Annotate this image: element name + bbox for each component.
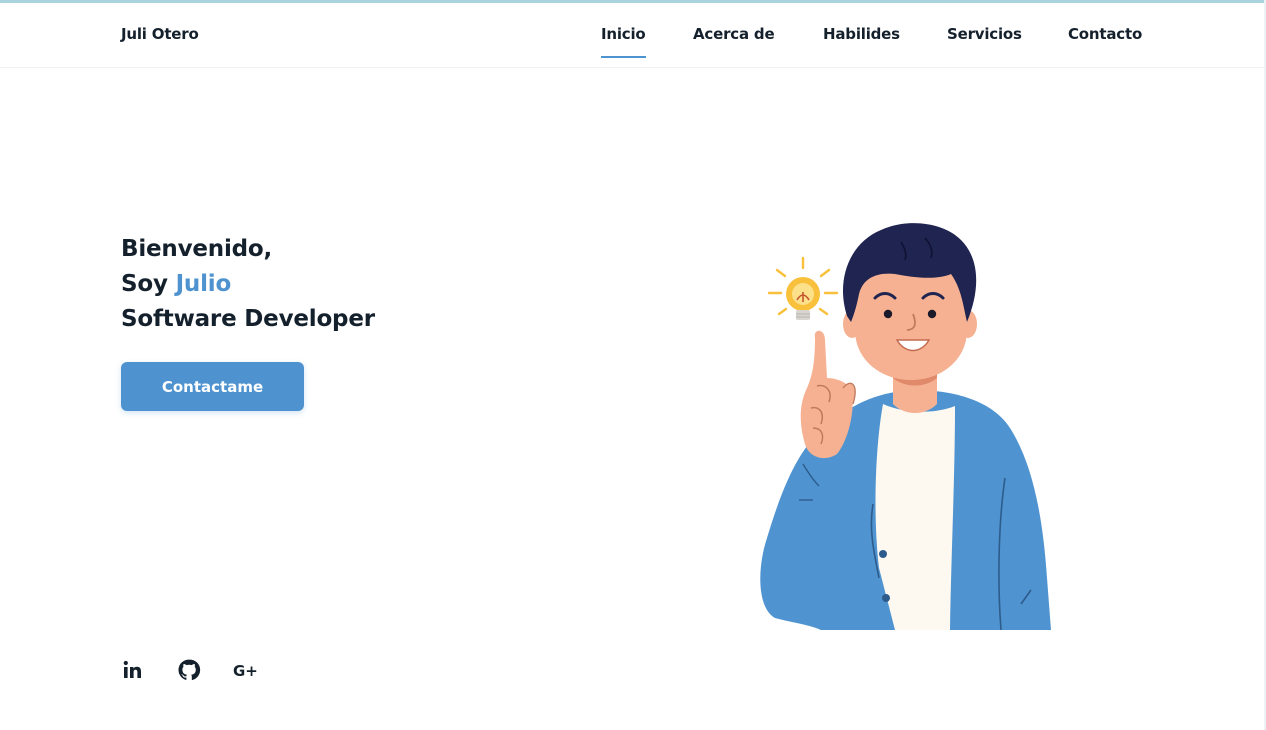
lightbulb-icon: [767, 256, 839, 320]
google-plus-link[interactable]: G+: [233, 658, 259, 684]
hero-name: Julio: [175, 271, 232, 297]
nav-item-inicio[interactable]: Inicio: [601, 25, 646, 58]
hero-title: Bienvenido, Soy Julio Software Developer: [121, 232, 375, 337]
developer-illustration: [760, 223, 1051, 630]
site-header: Juli Otero Inicio Acerca de Habilides Se…: [0, 3, 1264, 68]
google-plus-icon: G+: [233, 662, 258, 680]
nav-item-contacto[interactable]: Contacto: [1068, 25, 1142, 43]
hero-soy: Soy: [121, 271, 168, 297]
nav-item-acerca-de[interactable]: Acerca de: [693, 25, 775, 43]
hero-role: Software Developer: [121, 306, 375, 332]
github-link[interactable]: [177, 658, 203, 684]
github-icon: [178, 659, 201, 681]
linkedin-icon: [123, 660, 141, 678]
nav-item-habilides[interactable]: Habilides: [823, 25, 900, 43]
main-nav: Inicio Acerca de Habilides Servicios Con…: [0, 25, 1264, 65]
contact-button[interactable]: Contactame: [121, 362, 304, 411]
nav-item-servicios[interactable]: Servicios: [947, 25, 1022, 43]
linkedin-link[interactable]: [121, 658, 147, 684]
hero-greeting: Bienvenido,: [121, 236, 273, 262]
